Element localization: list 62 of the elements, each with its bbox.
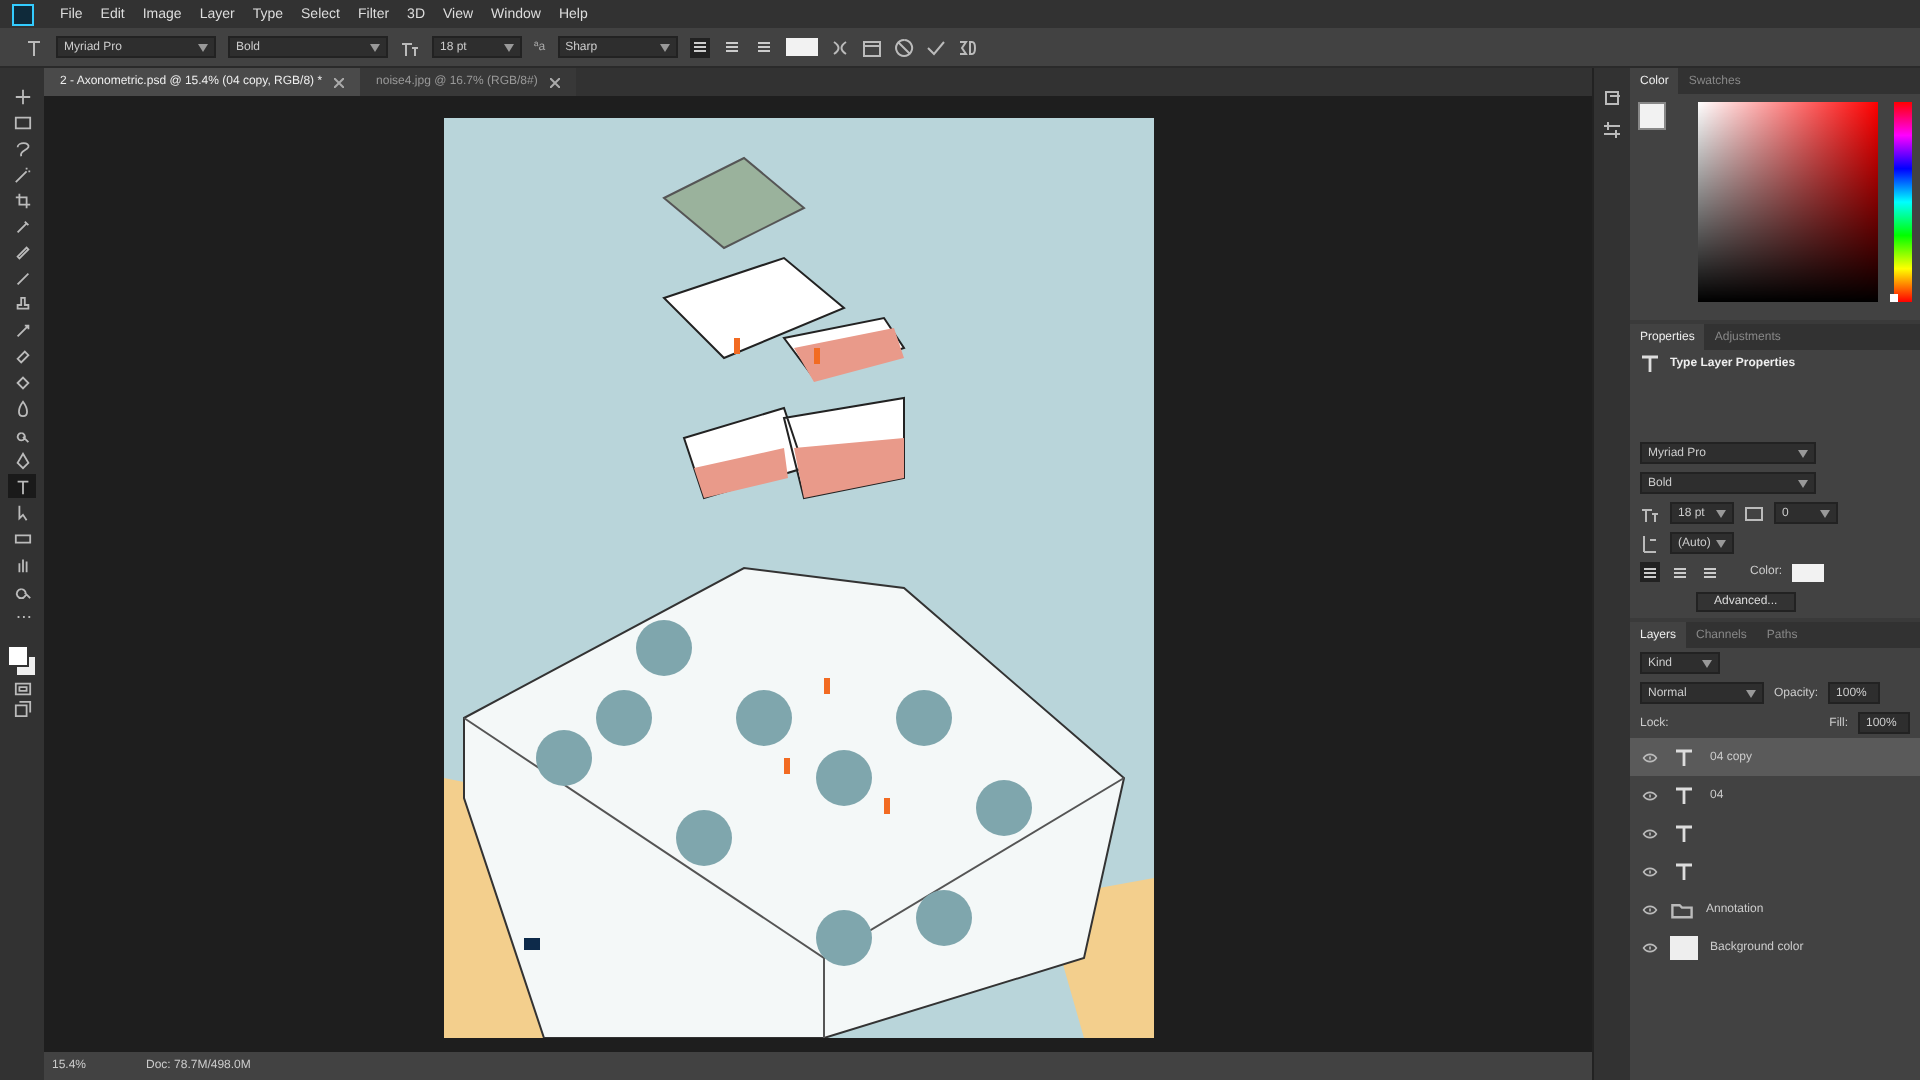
align-button[interactable]	[689, 37, 710, 57]
cancel-icon[interactable]	[893, 37, 914, 57]
tool-icon[interactable]	[13, 217, 31, 235]
type-tool-icon[interactable]	[24, 37, 44, 57]
eye-icon[interactable]	[1642, 825, 1658, 841]
align-button[interactable]	[1640, 562, 1660, 582]
screen-mode-icon[interactable]	[13, 700, 31, 718]
hue-slider-thumb[interactable]	[1890, 294, 1899, 302]
text-color-swatch[interactable]	[785, 38, 818, 56]
layer-thumbnail	[1670, 935, 1698, 959]
caret-icon	[1702, 659, 1712, 667]
align-button[interactable]	[1700, 562, 1720, 582]
eye-icon[interactable]	[1642, 749, 1658, 765]
align-button[interactable]	[721, 37, 742, 57]
font-size-icon[interactable]	[400, 37, 420, 57]
foreground-color-chip[interactable]	[1638, 102, 1666, 130]
tool-icon[interactable]	[13, 451, 31, 469]
tool-icon[interactable]	[13, 321, 31, 339]
caret-icon	[659, 43, 670, 51]
history-panel-icon[interactable]	[1602, 88, 1622, 108]
warp-text-icon[interactable]	[829, 37, 850, 57]
close-icon[interactable]	[549, 77, 560, 87]
type-layer-icon	[1674, 785, 1694, 805]
foreground-background-colors[interactable]	[6, 642, 38, 678]
quick-mask-icon[interactable]	[13, 680, 31, 698]
text-color-swatch[interactable]	[1792, 563, 1825, 581]
align-button[interactable]	[753, 37, 774, 57]
caret-icon	[1716, 539, 1726, 547]
align-button[interactable]	[1670, 562, 1690, 582]
caret-icon	[504, 43, 514, 51]
commit-check-icon[interactable]	[925, 37, 946, 57]
caret-icon	[370, 43, 380, 51]
tool-icon[interactable]	[13, 165, 31, 183]
caret-icon	[1798, 479, 1808, 487]
type-layer-icon	[1674, 823, 1694, 843]
3d-icon[interactable]	[957, 37, 978, 57]
tool-icon[interactable]	[13, 87, 31, 105]
tool-icon[interactable]	[13, 477, 31, 495]
adjust-panel-icon[interactable]	[1602, 120, 1622, 140]
tracking-icon[interactable]	[1744, 503, 1764, 523]
type-tool-button[interactable]	[8, 474, 36, 498]
tool-icon[interactable]	[13, 555, 31, 573]
caret-icon	[1716, 509, 1726, 517]
tool-icon[interactable]	[13, 191, 31, 209]
type-layer-icon	[1674, 747, 1694, 767]
eye-icon[interactable]	[1642, 901, 1658, 917]
eye-icon[interactable]	[1642, 863, 1658, 879]
hue-slider[interactable]	[1894, 102, 1912, 302]
eye-icon[interactable]	[1642, 939, 1658, 955]
eye-icon[interactable]	[1642, 787, 1658, 803]
leading-icon[interactable]	[1640, 533, 1660, 553]
caret-icon	[1820, 509, 1830, 517]
panel-icon[interactable]	[861, 37, 882, 57]
close-icon[interactable]	[334, 77, 345, 87]
caret-icon	[1798, 449, 1808, 457]
app-logo	[12, 3, 34, 25]
type-layer-icon	[1674, 861, 1694, 881]
color-picker-field[interactable]	[1697, 102, 1879, 302]
font-size-icon[interactable]	[1640, 503, 1660, 523]
caret-icon	[198, 43, 208, 51]
type-layer-icon	[1640, 354, 1660, 374]
caret-icon	[1746, 689, 1756, 697]
